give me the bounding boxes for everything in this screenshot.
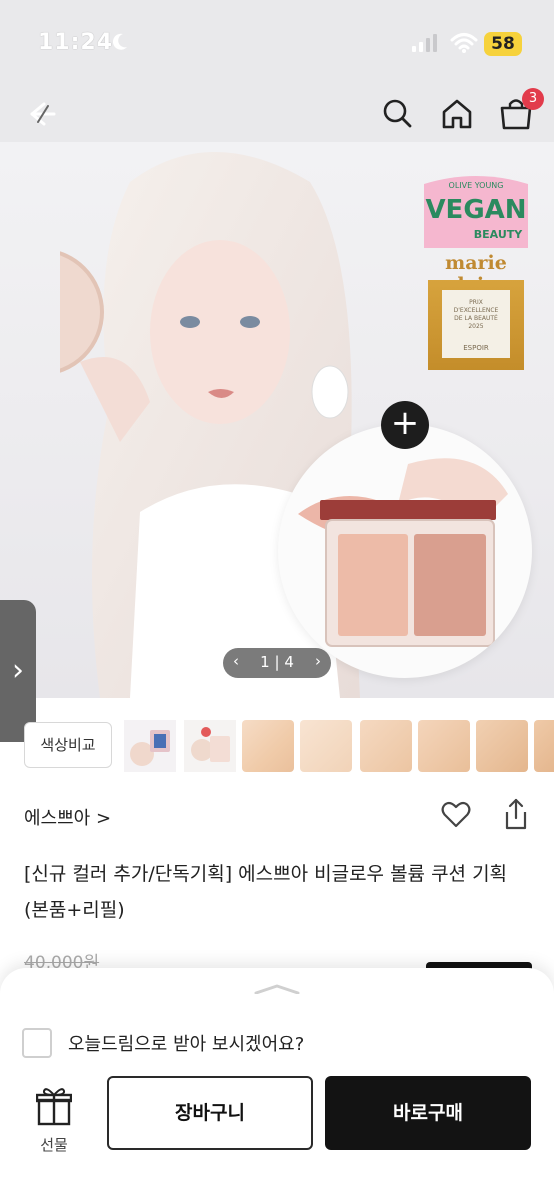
- award-frame: PRIX D'EXCELLENCE DE LA BEAUTÉ 2025 ESPO…: [428, 280, 524, 370]
- color-swatch[interactable]: [418, 720, 470, 772]
- product-detail-circle: [278, 424, 532, 678]
- award-card: PRIX D'EXCELLENCE DE LA BEAUTÉ 2025 ESPO…: [442, 290, 510, 358]
- award-line: D'EXCELLENCE: [454, 307, 499, 314]
- color-swatch[interactable]: [476, 720, 528, 772]
- product-image-carousel[interactable]: OLIVE YOUNG VEGAN BEAUTY marie claire PR…: [0, 142, 554, 698]
- color-swatch[interactable]: [242, 720, 294, 772]
- gift-button[interactable]: 선물: [22, 1084, 86, 1160]
- sheet-handle-icon[interactable]: [252, 984, 302, 994]
- product-title: [신규 컬러 추가/단독기획] 에스쁘아 비글로우 볼륨 쿠션 기획 (본품+리…: [24, 863, 508, 921]
- gift-icon: [36, 1088, 72, 1126]
- badge-top-text: OLIVE YOUNG: [449, 181, 504, 190]
- share-icon[interactable]: [502, 798, 530, 830]
- badge-main-text: VEGAN: [425, 195, 526, 225]
- blush-palette-image: [298, 458, 508, 647]
- add-product-button[interactable]: +: [381, 401, 429, 449]
- moon-icon: [112, 33, 127, 50]
- thumbnail-row: 색상비교: [0, 712, 554, 778]
- page-total: 4: [284, 653, 294, 671]
- status-bar: 11:24 58: [0, 0, 554, 86]
- search-icon: [383, 99, 412, 128]
- prev-image-button[interactable]: ‹: [233, 652, 239, 670]
- brand-link[interactable]: 에스쁘아 >: [24, 804, 111, 830]
- cart-count-badge: 3: [522, 88, 544, 110]
- badge-sub-text: BEAUTY: [474, 228, 524, 241]
- buy-now-button[interactable]: 바로구매: [325, 1076, 531, 1150]
- wifi-icon: [450, 33, 478, 53]
- product-thumbnail[interactable]: [184, 720, 236, 772]
- magazine-award: marie claire PRIX D'EXCELLENCE DE LA BEA…: [420, 252, 532, 370]
- award-line: PRIX: [469, 299, 483, 306]
- back-arrow-icon: [30, 102, 56, 126]
- add-to-cart-button[interactable]: 장바구니: [107, 1076, 313, 1150]
- search-button[interactable]: [376, 92, 420, 136]
- gift-label: 선물: [40, 1136, 68, 1154]
- page-separator: |: [274, 653, 280, 671]
- award-brand: ESPOIR: [463, 344, 489, 352]
- status-time: 11:24: [38, 30, 114, 55]
- award-line: 2025: [468, 323, 483, 330]
- home-button[interactable]: [435, 92, 479, 136]
- page-current: 1: [260, 653, 270, 671]
- battery-level: 58: [484, 32, 522, 56]
- cart-button[interactable]: 3: [494, 88, 544, 136]
- top-nav: 3: [0, 86, 554, 142]
- color-swatch[interactable]: [534, 720, 554, 772]
- signal-icon: [412, 34, 437, 52]
- product-thumbnail[interactable]: [124, 720, 176, 772]
- color-compare-button[interactable]: 색상비교: [24, 722, 112, 768]
- color-swatch[interactable]: [300, 720, 352, 772]
- back-button[interactable]: [18, 92, 62, 136]
- page-counter: 1 | 4: [251, 653, 303, 671]
- today-delivery-checkbox[interactable]: [22, 1028, 52, 1058]
- heart-icon[interactable]: [440, 798, 472, 830]
- next-image-button[interactable]: ›: [315, 652, 321, 670]
- today-delivery-label[interactable]: 오늘드림으로 받아 보시겠어요?: [68, 1030, 304, 1056]
- color-swatch[interactable]: [360, 720, 412, 772]
- vegan-beauty-badge: OLIVE YOUNG VEGAN BEAUTY: [424, 176, 528, 248]
- home-icon: [442, 99, 472, 129]
- purchase-bottom-sheet: 오늘드림으로 받아 보시겠어요? 선물 장바구니 바로구매: [0, 968, 554, 1200]
- image-page-indicator: ‹ 1 | 4 ›: [223, 648, 331, 678]
- award-line: DE LA BEAUTÉ: [454, 314, 498, 322]
